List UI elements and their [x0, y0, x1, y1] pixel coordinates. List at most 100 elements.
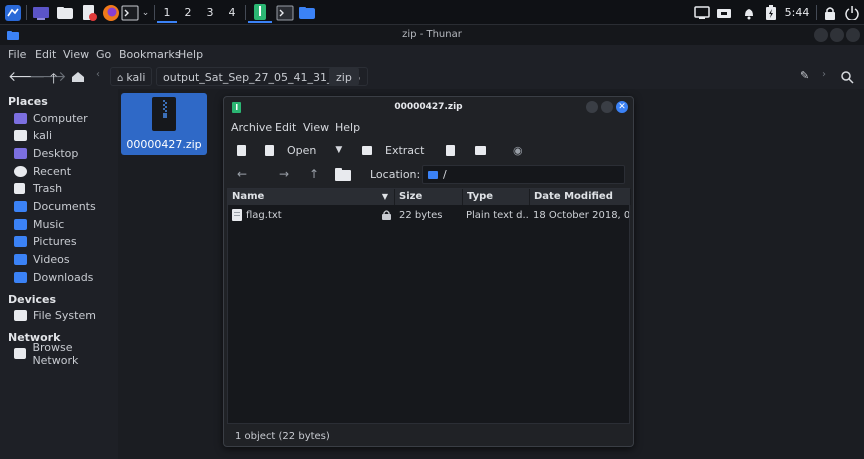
sidebar-item-videos[interactable]: Videos	[14, 251, 70, 268]
sidebar-item-file-system[interactable]: File System	[14, 307, 96, 324]
sidebar-item-desktop[interactable]: Desktop	[14, 145, 78, 162]
extract-icon	[362, 145, 372, 155]
open-button[interactable]: Open ▼	[265, 141, 342, 159]
workspace-3[interactable]: 3	[200, 2, 220, 23]
menu-edit[interactable]: Edit	[35, 48, 56, 61]
sidebar-item-documents[interactable]: Documents	[14, 198, 96, 215]
notification-bell-icon[interactable]	[740, 2, 758, 23]
taskbar-archive-manager[interactable]	[248, 2, 272, 23]
edit-path-pencil-icon[interactable]: ✎	[800, 69, 809, 82]
sidebar-heading-places: Places	[8, 95, 48, 108]
archive-menu-archive[interactable]: Archive	[231, 121, 272, 134]
power-icon[interactable]	[842, 2, 862, 23]
archive-window-title: 00000427.zip	[394, 102, 463, 112]
terminal-icon[interactable]: ⌄	[120, 2, 150, 23]
stop-button[interactable]: ◉	[513, 141, 523, 159]
sidebar-item-music[interactable]: Music	[14, 216, 64, 233]
column-header-size[interactable]: Size	[395, 189, 463, 205]
column-header-type[interactable]: Type	[463, 189, 530, 205]
menu-bookmarks[interactable]: Bookmarks	[119, 48, 180, 61]
path-left-arrow-icon[interactable]: ‹	[96, 69, 100, 80]
workspace-2[interactable]: 2	[178, 2, 198, 23]
location-field[interactable]: /	[422, 165, 625, 184]
lock-icon[interactable]	[820, 2, 840, 23]
forward-arrow-icon[interactable]: 🡒	[29, 68, 67, 85]
home-folder-icon	[14, 130, 27, 141]
archive-maximize-button[interactable]	[601, 101, 613, 113]
column-header-name[interactable]: Name ▼	[228, 189, 395, 205]
display-icon[interactable]	[692, 2, 712, 23]
workspace-1[interactable]: 1	[157, 2, 177, 23]
breadcrumb-zip[interactable]: zip	[329, 67, 359, 86]
sidebar-item-downloads[interactable]: Downloads	[14, 269, 93, 286]
sidebar-item-computer[interactable]: Computer	[14, 110, 88, 127]
sidebar-item-label: Documents	[33, 200, 96, 213]
sidebar-item-recent[interactable]: Recent	[14, 163, 71, 180]
cell-date-modified: 18 October 2018, 0...	[533, 210, 629, 221]
show-desktop-icon[interactable]	[30, 2, 52, 23]
cell-name: flag.txt	[246, 210, 282, 221]
window-titlebar[interactable]: zip - Thunar	[0, 25, 864, 45]
breadcrumb-label: kali	[126, 71, 146, 84]
archive-minimize-button[interactable]	[586, 101, 598, 113]
stop-icon: ◉	[513, 143, 523, 157]
extract-button[interactable]: Extract	[362, 141, 424, 159]
column-header-date-modified[interactable]: Date Modified	[530, 189, 631, 205]
recent-clock-icon	[14, 166, 27, 177]
home-icon[interactable]	[71, 71, 85, 83]
sidebar-item-trash[interactable]: Trash	[14, 180, 62, 197]
sidebar-item-label: Pictures	[33, 235, 77, 248]
network-monitor-icon	[14, 348, 27, 359]
network-icon[interactable]	[714, 2, 734, 23]
documents-folder-icon	[14, 201, 27, 212]
file-manager-icon[interactable]	[54, 2, 76, 23]
archive-menu-help[interactable]: Help	[335, 121, 360, 134]
archive-menu-view[interactable]: View	[303, 121, 329, 134]
sidebar-item-kali[interactable]: kali	[14, 127, 52, 144]
sidebar-item-label: Recent	[33, 165, 72, 178]
top-panel: ⌄ 1 2 3 4 5:44	[0, 0, 864, 25]
menu-go[interactable]: Go	[96, 48, 111, 61]
add-folder-icon	[475, 145, 486, 155]
clock[interactable]: 5:44	[780, 0, 814, 25]
battery-icon[interactable]	[762, 2, 780, 23]
maximize-button[interactable]	[830, 28, 844, 42]
add-file-icon	[446, 144, 455, 156]
file-item-zip[interactable]: 00000427.zip	[121, 93, 207, 155]
kali-menu-icon[interactable]	[3, 2, 23, 23]
archive-file-list[interactable]: Name ▼ Size Type Date Modified flag.txt …	[227, 188, 631, 424]
search-icon[interactable]	[840, 70, 854, 84]
archive-manager-window: 00000427.zip ✕ Archive Edit View Help Op…	[223, 96, 634, 447]
breadcrumb-kali[interactable]: ⌂ kali	[110, 67, 153, 86]
taskbar-thunar[interactable]	[296, 2, 318, 23]
path-right-arrow-icon[interactable]: ›	[822, 69, 826, 80]
close-button[interactable]	[846, 28, 860, 42]
pictures-folder-icon	[14, 236, 27, 247]
add-folder-button[interactable]	[475, 141, 486, 159]
sidebar-item-browse-network[interactable]: Browse Network	[14, 341, 118, 367]
menu-file[interactable]: File	[8, 48, 26, 61]
archive-home-folder-icon[interactable]	[335, 167, 351, 181]
archive-forward-icon[interactable]: →	[279, 167, 289, 181]
archive-close-button[interactable]: ✕	[616, 101, 628, 113]
minimize-button[interactable]	[814, 28, 828, 42]
workspace-4[interactable]: 4	[222, 2, 242, 23]
chevron-down-icon[interactable]: ⌄	[142, 8, 150, 18]
add-file-button[interactable]	[446, 141, 455, 159]
sidebar-item-label: kali	[33, 129, 53, 142]
sidebar-item-pictures[interactable]: Pictures	[14, 233, 77, 250]
new-document-icon	[237, 144, 246, 156]
menu-help[interactable]: Help	[178, 48, 203, 61]
taskbar-terminal[interactable]	[274, 2, 296, 23]
text-editor-icon[interactable]	[78, 2, 100, 23]
archive-up-icon[interactable]: ↑	[309, 167, 319, 181]
sidebar-item-label: Browse Network	[32, 340, 79, 367]
menu-view[interactable]: View	[63, 48, 89, 61]
new-archive-button[interactable]	[237, 141, 246, 159]
firefox-icon[interactable]	[100, 2, 122, 23]
sidebar-heading-devices: Devices	[8, 293, 57, 306]
table-row[interactable]: flag.txt 22 bytes Plain text d... 18 Oct…	[228, 207, 629, 224]
open-dropdown-chevron-icon[interactable]: ▼	[335, 145, 342, 155]
archive-menu-edit[interactable]: Edit	[275, 121, 296, 134]
archive-back-icon[interactable]: ←	[237, 167, 247, 181]
